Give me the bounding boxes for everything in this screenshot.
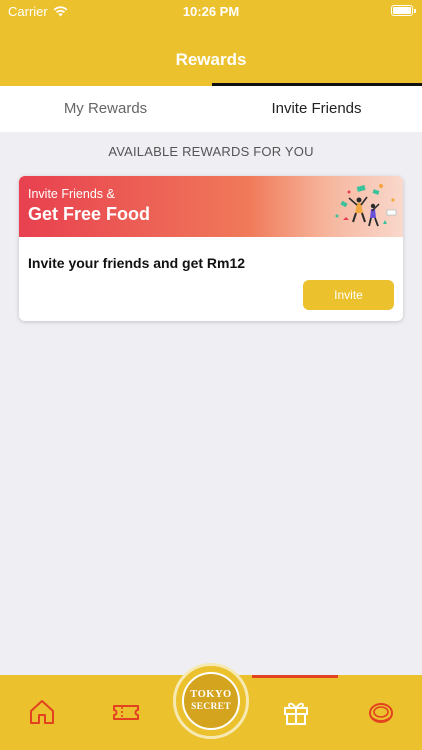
banner-subtitle: Invite Friends & <box>28 187 115 201</box>
home-icon[interactable] <box>27 697 57 727</box>
rewards-tabs: My Rewards Invite Friends <box>0 86 422 132</box>
reward-banner: Invite Friends & Get Free Food <box>19 176 403 237</box>
tab-active-indicator <box>252 675 338 678</box>
tokyo-secret-logo: TOKYO SECRET <box>182 672 240 730</box>
section-label: AVAILABLE REWARDS FOR YOU <box>108 144 314 159</box>
status-bar: Carrier 10:26 PM <box>0 0 422 24</box>
reward-description: Invite your friends and get Rm12 <box>28 255 246 271</box>
logo-line2: SECRET <box>191 702 231 712</box>
battery-icon <box>391 5 416 16</box>
tab-invite-friends[interactable]: Invite Friends <box>211 86 422 132</box>
tart-icon[interactable] <box>366 697 396 727</box>
tab-my-rewards[interactable]: My Rewards <box>0 86 211 132</box>
page-title: Rewards <box>175 50 247 69</box>
logo-line1: TOKYO <box>190 689 232 700</box>
invite-button[interactable]: Invite <box>303 280 394 310</box>
reward-card: Invite Friends & Get Free Food Invite yo… <box>19 176 403 321</box>
banner-title: Get Free Food <box>28 204 151 224</box>
celebration-illustration <box>335 184 397 227</box>
app-header: Carrier 10:26 PM Rewards <box>0 0 422 86</box>
tokyo-secret-logo-button[interactable]: TOKYO SECRET <box>173 663 249 739</box>
ticket-icon[interactable] <box>111 697 141 727</box>
status-time: 10:26 PM <box>182 4 240 19</box>
gift-icon[interactable] <box>281 697 311 727</box>
